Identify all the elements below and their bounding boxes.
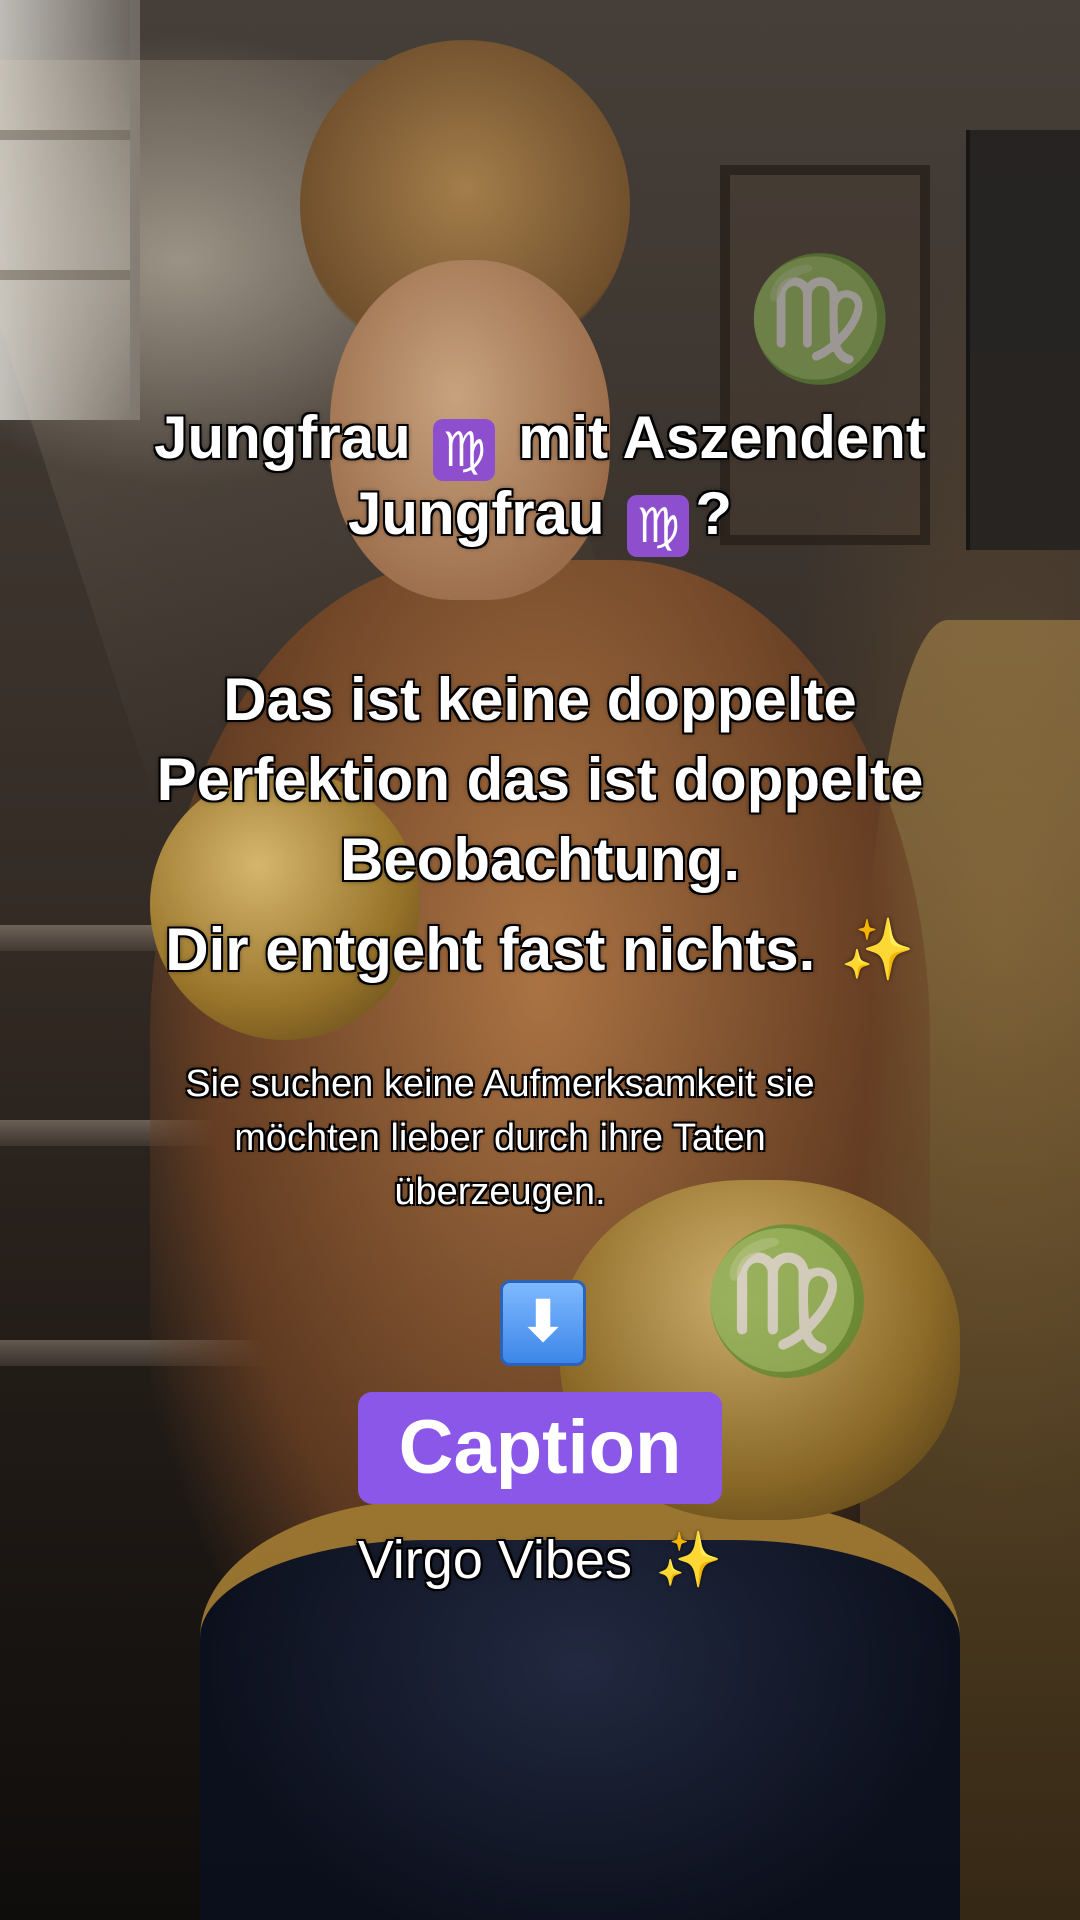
headline-text: mit Aszendent (518, 404, 926, 471)
story-screen: ♍ ♍ Jungfrau ♍ mit Aszendent Jungfrau ♍?… (0, 0, 1080, 1920)
down-arrow-emoji-icon: ⬇ (500, 1280, 586, 1366)
body-line-1: Das ist keine doppelte (223, 666, 857, 733)
body-line-3: Beobachtung. (340, 826, 740, 893)
question-mark: ? (695, 480, 732, 547)
caption-label: Caption (358, 1392, 722, 1504)
body-line-2: Perfektion das ist doppelte (156, 746, 924, 813)
subtext-line-1: Sie suchen keine Aufmerksamkeit sie (185, 1063, 815, 1105)
sparkles-emoji-icon: ✨ (654, 1528, 723, 1591)
subtext-line-3: überzeugen. (394, 1171, 606, 1213)
vibes-line: Virgo Vibes ✨ (60, 1528, 1020, 1592)
vibes-text: Virgo Vibes (357, 1530, 632, 1590)
headline-line-1: Jungfrau ♍ mit Aszendent (60, 400, 1020, 481)
headline-line-2: Jungfrau ♍? (60, 476, 1020, 557)
virgo-emoji-icon: ♍ (627, 495, 690, 557)
headline-word: Jungfrau (348, 480, 605, 547)
text-overlay: Jungfrau ♍ mit Aszendent Jungfrau ♍? Das… (0, 0, 1080, 1920)
body-line-4: Dir entgeht fast nichts. ✨ (60, 912, 1020, 988)
sparkles-emoji-icon: ✨ (840, 915, 915, 985)
subtext-line-2: möchten lieber durch ihre Taten (234, 1117, 766, 1159)
body-text: Dir entgeht fast nichts. (165, 916, 816, 983)
headline-word: Jungfrau (154, 404, 411, 471)
virgo-emoji-icon: ♍ (433, 419, 496, 481)
